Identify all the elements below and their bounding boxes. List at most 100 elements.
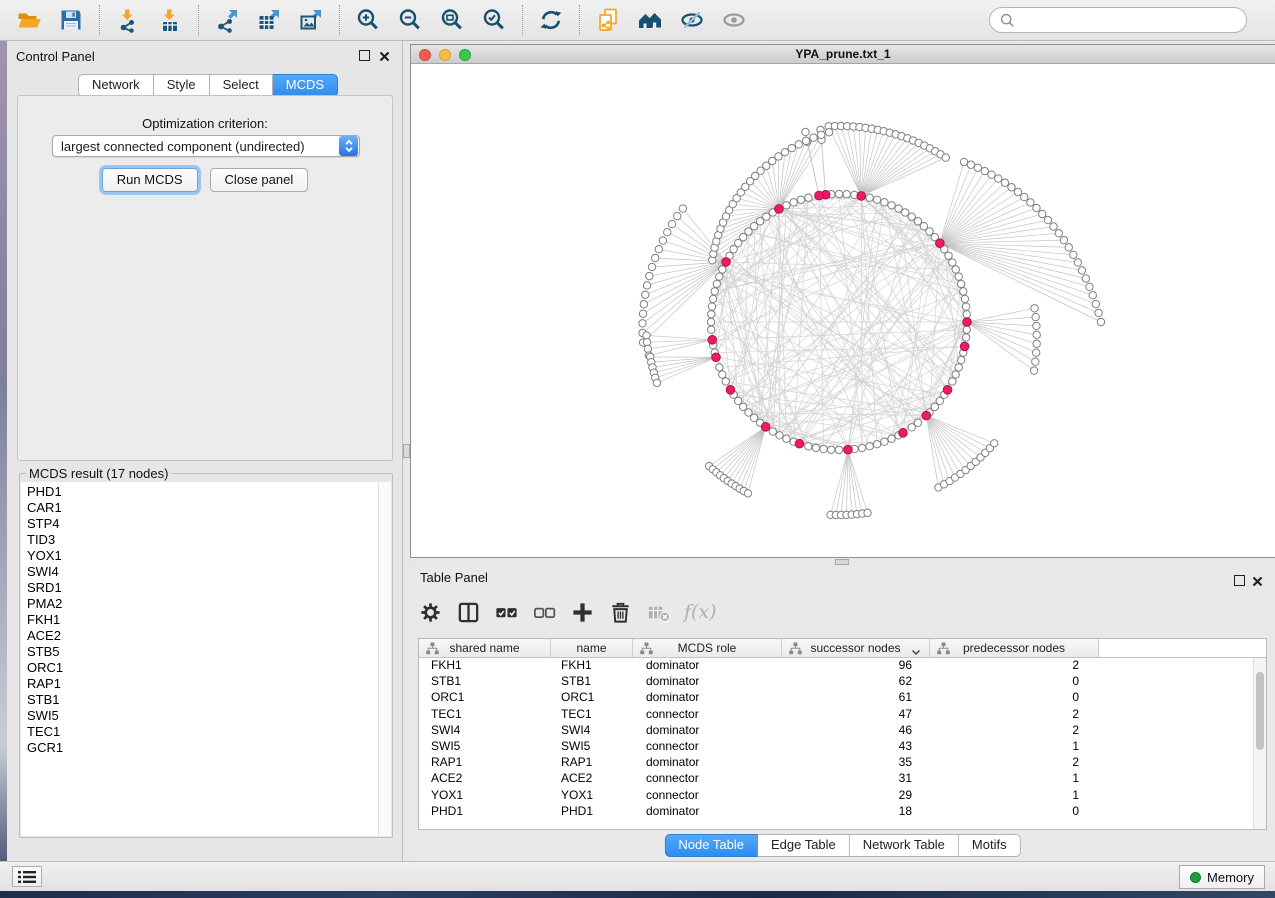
horizontal-splitter-handle[interactable]	[835, 559, 849, 565]
column-header-shared-name[interactable]: shared name	[419, 639, 551, 657]
table-scrollbar-thumb[interactable]	[1256, 672, 1264, 750]
select-all-button[interactable]	[494, 600, 519, 625]
mcds-result-item[interactable]: RAP1	[21, 676, 377, 692]
tree-icon	[937, 642, 950, 658]
close-mcds-panel-button[interactable]: Close panel	[210, 168, 309, 192]
table-row[interactable]: SWI4SWI4dominator462	[419, 723, 1266, 739]
column-header-successor-nodes[interactable]: successor nodes	[782, 639, 930, 657]
mcds-result-item[interactable]: PMA2	[21, 596, 377, 612]
mcds-result-item[interactable]: GCR1	[21, 740, 377, 756]
table-row[interactable]: ORC1ORC1dominator610	[419, 690, 1266, 706]
search-input[interactable]	[1015, 13, 1236, 28]
first-neighbors-button[interactable]	[629, 2, 671, 38]
mcds-result-item[interactable]: TEC1	[21, 724, 377, 740]
tab-style[interactable]: Style	[154, 74, 210, 97]
table-row[interactable]: TEC1TEC1connector472	[419, 707, 1266, 723]
desktop-wallpaper-bottom	[0, 891, 1275, 898]
search-field[interactable]	[989, 7, 1247, 33]
add-column-button[interactable]	[570, 600, 595, 625]
mcds-result-item[interactable]: PHD1	[21, 484, 377, 500]
column-header-name[interactable]: name	[551, 639, 633, 657]
zoom-fit-button[interactable]	[431, 2, 473, 38]
column-header-predecessor-nodes[interactable]: predecessor nodes	[930, 639, 1099, 657]
mcds-result-item[interactable]: SRD1	[21, 580, 377, 596]
table-row[interactable]: RAP1RAP1dominator352	[419, 755, 1266, 771]
memory-button[interactable]: Memory	[1179, 865, 1265, 889]
mcds-result-item[interactable]: SWI5	[21, 708, 377, 724]
sort-descending-icon[interactable]	[911, 645, 921, 659]
mcds-list-scrollbar[interactable]	[378, 482, 391, 836]
tab-select[interactable]: Select	[210, 74, 273, 97]
show-all-button[interactable]	[713, 2, 755, 38]
table-cell: 0	[930, 674, 1099, 690]
mcds-result-item[interactable]: ORC1	[21, 660, 377, 676]
table-cell: dominator	[633, 755, 782, 771]
float-table-panel-button[interactable]	[1234, 575, 1245, 586]
tab-edge-table[interactable]: Edge Table	[758, 834, 850, 857]
table-cell: ORC1	[551, 690, 633, 706]
import-table-button[interactable]	[149, 2, 191, 38]
table-settings-button[interactable]	[418, 600, 443, 625]
run-mcds-button[interactable]: Run MCDS	[102, 168, 198, 192]
mcds-result-item[interactable]: YOX1	[21, 548, 377, 564]
table-scrollbar[interactable]	[1253, 658, 1266, 829]
export-image-button[interactable]	[290, 2, 332, 38]
search-icon	[1000, 13, 1015, 28]
table-row[interactable]: YOX1YOX1connector291	[419, 788, 1266, 804]
tab-network-table[interactable]: Network Table	[850, 834, 959, 857]
plus-icon	[570, 600, 595, 625]
network-canvas[interactable]	[411, 64, 1274, 557]
table-cell: TEC1	[551, 707, 633, 723]
deselect-all-button[interactable]	[532, 600, 557, 625]
horizontal-splitter[interactable]	[410, 558, 1275, 566]
table-row[interactable]: ACE2ACE2connector311	[419, 771, 1266, 787]
control-panel-title: Control Panel	[16, 49, 95, 64]
close-panel-button[interactable]	[379, 49, 390, 67]
export-table-button[interactable]	[248, 2, 290, 38]
tab-motifs[interactable]: Motifs	[959, 834, 1021, 857]
hide-selection-button[interactable]	[671, 2, 713, 38]
mcds-result-group: MCDS result (17 nodes) PHD1CAR1STP4TID3Y…	[19, 466, 393, 838]
close-table-panel-button[interactable]	[1252, 574, 1263, 592]
table-row[interactable]: PHD1PHD1dominator180	[419, 804, 1266, 820]
zoom-selected-button[interactable]	[473, 2, 515, 38]
tab-network[interactable]: Network	[78, 74, 154, 97]
delete-column-button[interactable]	[608, 600, 633, 625]
window-zoom-icon[interactable]	[459, 49, 471, 61]
mcds-result-list[interactable]: PHD1CAR1STP4TID3YOX1SWI4SRD1PMA2FKH1ACE2…	[21, 482, 391, 836]
vertical-splitter[interactable]	[403, 41, 410, 861]
criterion-select[interactable]: largest connected component (undirected)	[52, 135, 360, 157]
network-window-titlebar[interactable]: YPA_prune.txt_1	[411, 45, 1275, 64]
float-panel-button[interactable]	[359, 50, 370, 61]
tab-mcds[interactable]: MCDS	[273, 74, 338, 97]
zoom-in-button[interactable]	[347, 2, 389, 38]
new-network-from-selection-button[interactable]	[587, 2, 629, 38]
window-close-icon[interactable]	[419, 49, 431, 61]
mcds-result-item[interactable]: ACE2	[21, 628, 377, 644]
network-graph[interactable]	[411, 64, 1274, 557]
table-cell: ORC1	[419, 690, 551, 706]
table-row[interactable]: FKH1FKH1dominator962	[419, 658, 1266, 674]
import-network-button[interactable]	[107, 2, 149, 38]
column-layout-button[interactable]	[456, 600, 481, 625]
export-network-button[interactable]	[206, 2, 248, 38]
mcds-result-item[interactable]: CAR1	[21, 500, 377, 516]
mcds-result-item[interactable]: STP4	[21, 516, 377, 532]
task-history-button[interactable]	[12, 866, 42, 887]
save-session-button[interactable]	[50, 2, 92, 38]
unchecked-boxes-icon	[532, 600, 557, 625]
refresh-view-button[interactable]	[530, 2, 572, 38]
zoom-out-button[interactable]	[389, 2, 431, 38]
window-minimize-icon[interactable]	[439, 49, 451, 61]
column-header-mcds-role[interactable]: MCDS role	[633, 639, 782, 657]
tab-node-table[interactable]: Node Table	[664, 834, 758, 857]
mcds-result-item[interactable]: SWI4	[21, 564, 377, 580]
table-row[interactable]: SWI5SWI5connector431	[419, 739, 1266, 755]
vertical-splitter-handle[interactable]	[403, 444, 410, 458]
open-file-button[interactable]	[8, 2, 50, 38]
mcds-result-item[interactable]: STB1	[21, 692, 377, 708]
table-row[interactable]: STB1STB1dominator620	[419, 674, 1266, 690]
mcds-result-item[interactable]: STB5	[21, 644, 377, 660]
mcds-result-item[interactable]: FKH1	[21, 612, 377, 628]
mcds-result-item[interactable]: TID3	[21, 532, 377, 548]
